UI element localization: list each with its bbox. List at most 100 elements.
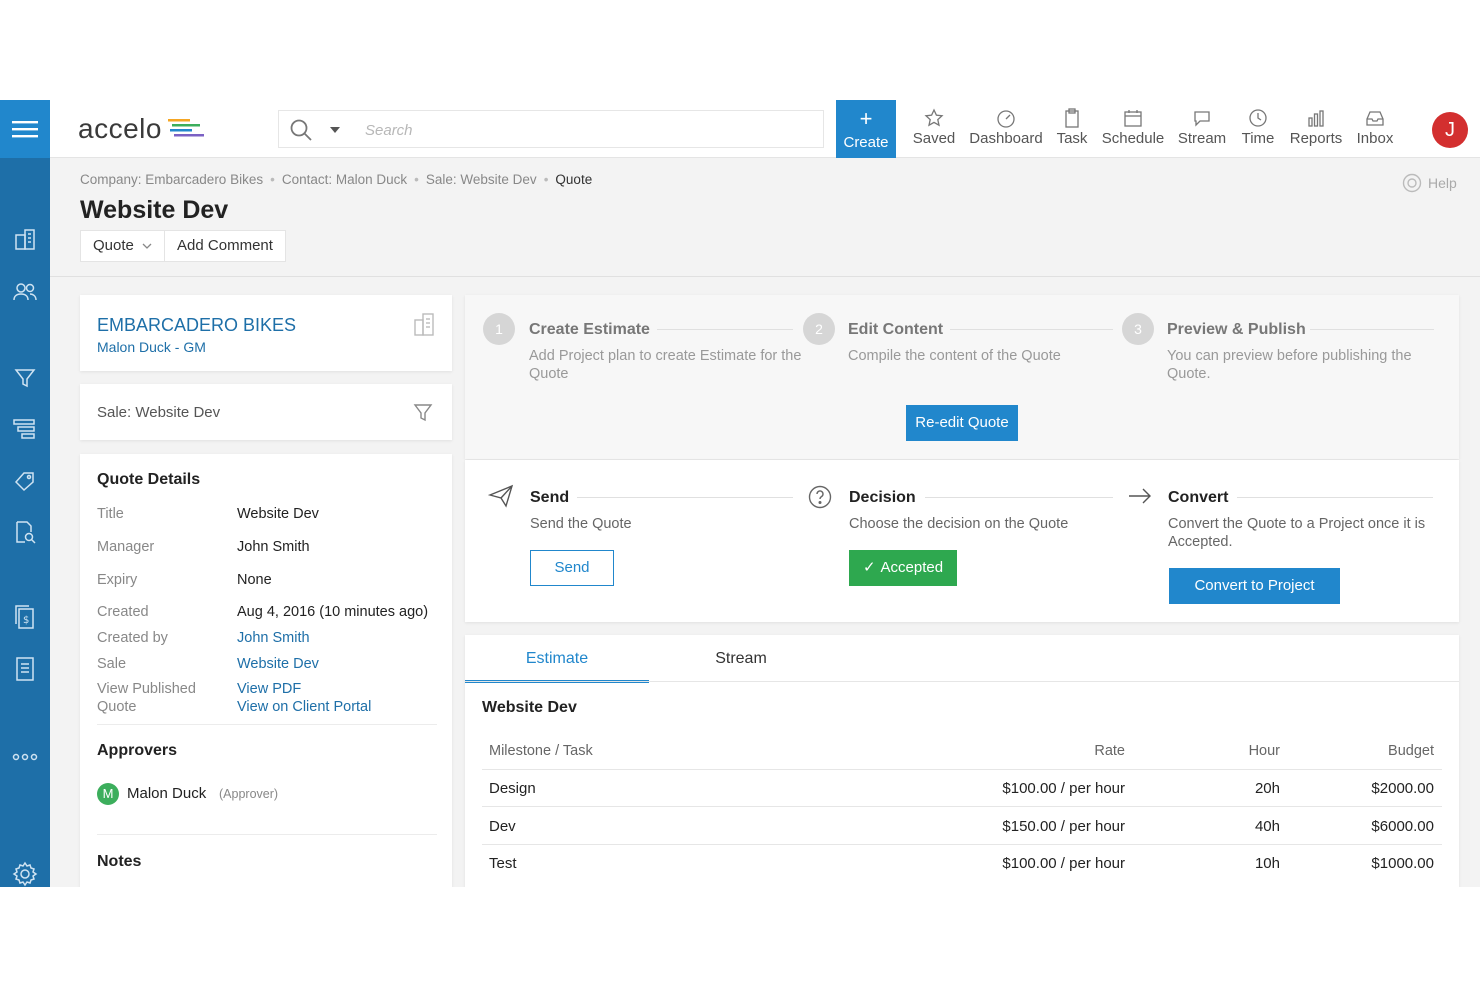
- document-search-icon: [16, 521, 36, 544]
- breadcrumb-separator: •: [414, 172, 419, 187]
- nav-reports-label: Reports: [1289, 130, 1343, 147]
- gantt-icon: [13, 419, 35, 439]
- detail-label: Created by: [97, 630, 168, 646]
- breadcrumb-separator: •: [270, 172, 275, 187]
- checkmark-icon: ✓: [862, 559, 876, 576]
- detail-value: Website Dev: [237, 506, 319, 522]
- sidebar-item-more[interactable]: [8, 740, 42, 774]
- step-number: 2: [803, 313, 835, 345]
- accelo-logo[interactable]: accelo: [78, 112, 204, 146]
- breadcrumb-separator: •: [543, 172, 549, 187]
- company-contact-link[interactable]: Malon Duck - GM: [97, 339, 206, 355]
- nav-schedule[interactable]: Schedule: [1100, 108, 1166, 147]
- nav-reports[interactable]: Reports: [1288, 108, 1344, 147]
- funnel-icon: [14, 369, 36, 388]
- approver-role: (Approver): [219, 787, 279, 801]
- paper-plane-icon: [488, 484, 514, 508]
- sidebar-item-sales[interactable]: [8, 361, 42, 395]
- arrow-right-icon: [1129, 488, 1151, 504]
- detail-label: View Published Quote: [97, 681, 196, 715]
- re-edit-quote-button[interactable]: Re-edit Quote: [906, 405, 1018, 441]
- convert-to-project-button[interactable]: Convert to Project: [1169, 568, 1340, 604]
- chat-bubble-icon: [1194, 111, 1210, 127]
- sidebar-item-invoices[interactable]: $: [8, 600, 42, 634]
- sidebar-item-reports[interactable]: [8, 652, 42, 686]
- action-connector: [1237, 497, 1433, 498]
- calendar-icon: [1124, 110, 1142, 127]
- nav-stream-label: Stream: [1177, 130, 1227, 147]
- caret-down-icon[interactable]: [329, 126, 341, 134]
- search-placeholder[interactable]: Search: [365, 122, 413, 139]
- menu-button[interactable]: [0, 100, 50, 158]
- tab-estimate[interactable]: Estimate: [465, 635, 649, 683]
- nav-inbox[interactable]: Inbox: [1354, 108, 1396, 147]
- nav-stream[interactable]: Stream: [1176, 108, 1228, 147]
- action-connector: [577, 497, 793, 498]
- quote-dropdown-button[interactable]: Quote: [81, 231, 164, 261]
- search-bar[interactable]: Search: [278, 110, 824, 148]
- document-list-icon: [16, 657, 34, 681]
- breadcrumb-contact[interactable]: Contact: Malon Duck: [282, 172, 407, 187]
- nav-dashboard[interactable]: Dashboard: [968, 108, 1044, 147]
- step-number: 1: [483, 313, 515, 345]
- view-client-portal-link[interactable]: View on Client Portal: [237, 698, 371, 716]
- action-connector: [925, 497, 1113, 498]
- action-description: Send the Quote: [530, 516, 632, 532]
- sidebar-item-tickets[interactable]: [8, 464, 42, 498]
- step-connector: [950, 329, 1113, 330]
- logo-mark-icon: [167, 119, 204, 137]
- created-by-link[interactable]: John Smith: [237, 629, 310, 647]
- page-title: Website Dev: [80, 196, 229, 224]
- sidebar-item-companies[interactable]: [8, 222, 42, 256]
- detail-label: Expiry: [97, 572, 138, 588]
- tab-divider: [465, 681, 1459, 682]
- sale-card-label: Sale: Website Dev: [97, 404, 221, 421]
- detail-value: None: [237, 572, 272, 588]
- create-button[interactable]: + Create: [836, 100, 896, 158]
- step-title: Preview & Publish: [1167, 321, 1306, 338]
- task-name: Dev: [489, 818, 516, 835]
- sidebar-item-search-docs[interactable]: [8, 515, 42, 549]
- accepted-button[interactable]: ✓ Accepted: [849, 550, 957, 586]
- notes-title: Notes: [97, 853, 142, 870]
- nav-schedule-label: Schedule: [1101, 130, 1165, 147]
- sale-card[interactable]: Sale: Website Dev: [80, 384, 452, 440]
- estimate-card: Estimate Stream Website Dev Milestone / …: [465, 635, 1459, 887]
- step-description: Compile the content of the Quote: [848, 348, 1061, 364]
- top-bar: accelo Search + Create Saved Dashboard T…: [50, 100, 1480, 158]
- nav-task[interactable]: Task: [1054, 108, 1090, 147]
- sidebar-item-settings[interactable]: [8, 857, 42, 887]
- logo-text: accelo: [78, 113, 162, 144]
- company-name-link[interactable]: EMBARCADERO BIKES: [97, 315, 296, 336]
- sale-link[interactable]: Website Dev: [237, 655, 319, 673]
- send-button[interactable]: Send: [530, 550, 614, 586]
- gear-icon: [12, 861, 38, 887]
- copy-dollar-icon: $: [15, 605, 34, 629]
- lifebuoy-icon: [1402, 173, 1422, 193]
- user-avatar[interactable]: J: [1432, 112, 1468, 148]
- view-pdf-link[interactable]: View PDF: [237, 680, 301, 698]
- column-header-rate: Rate: [1094, 743, 1125, 759]
- approver-avatar: M: [97, 783, 119, 805]
- nav-time[interactable]: Time: [1238, 108, 1278, 147]
- accepted-label: Accepted: [880, 559, 944, 576]
- breadcrumb-sale[interactable]: Sale: Website Dev: [426, 172, 537, 187]
- clock-icon: [1249, 109, 1267, 127]
- task-hours: 10h: [1254, 855, 1280, 872]
- nav-inbox-label: Inbox: [1356, 130, 1394, 147]
- column-header-hour: Hour: [1248, 743, 1280, 759]
- sidebar-item-projects[interactable]: [8, 412, 42, 446]
- action-title: Send: [530, 489, 570, 506]
- help-link[interactable]: Help: [1402, 173, 1457, 193]
- detail-label: Title: [97, 506, 124, 522]
- detail-label: Created: [97, 604, 149, 620]
- people-icon: [13, 283, 37, 301]
- sidebar-item-contacts[interactable]: [8, 275, 42, 309]
- nav-saved[interactable]: Saved: [912, 108, 956, 147]
- quote-details-card: Quote Details Title Website Dev Manager …: [80, 454, 452, 887]
- tab-stream[interactable]: Stream: [649, 635, 833, 683]
- hamburger-icon: [12, 121, 38, 138]
- breadcrumb-company[interactable]: Company: Embarcadero Bikes: [80, 172, 263, 187]
- action-description: Choose the decision on the Quote: [849, 516, 1069, 532]
- add-comment-button[interactable]: Add Comment: [164, 231, 285, 261]
